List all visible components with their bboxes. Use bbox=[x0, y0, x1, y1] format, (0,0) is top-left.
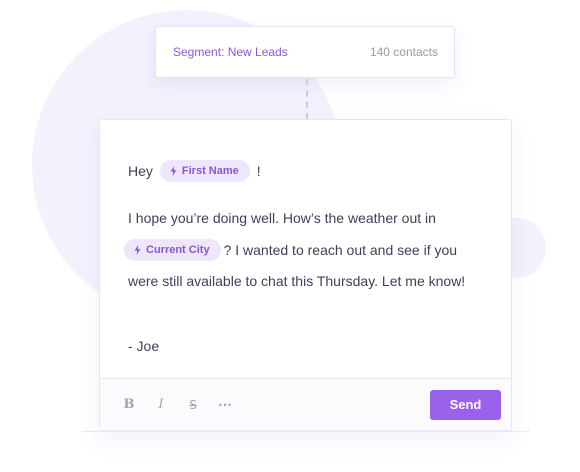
lightning-bolt-icon bbox=[170, 166, 177, 176]
body-line-2: Current City ? I wanted to reach out and… bbox=[124, 238, 491, 262]
segment-card[interactable]: Segment: New Leads 140 contacts bbox=[155, 26, 455, 78]
current-city-token[interactable]: Current City bbox=[124, 239, 221, 261]
bold-icon[interactable]: B bbox=[120, 396, 138, 414]
email-composer: Hey First Name ! I hope you’re doing wel… bbox=[99, 119, 512, 431]
dashed-connector bbox=[306, 79, 308, 119]
segment-label: Segment: New Leads bbox=[173, 45, 288, 59]
first-name-token-label: First Name bbox=[181, 165, 239, 177]
greeting-line: Hey First Name ! bbox=[128, 160, 491, 182]
signature-line: - Joe bbox=[128, 335, 491, 357]
body-line-1-text: I hope you’re doing well. How’s the weat… bbox=[128, 210, 436, 226]
send-button[interactable]: Send bbox=[430, 389, 501, 420]
body-line-3: were still available to chat this Thursd… bbox=[128, 270, 491, 292]
body-line-2-text: ? I wanted to reach out and see if you bbox=[223, 242, 458, 258]
segment-contact-count: 140 contacts bbox=[369, 45, 438, 59]
greeting-punctuation: ! bbox=[256, 163, 261, 179]
bottom-divider bbox=[82, 431, 530, 432]
current-city-token-label: Current City bbox=[146, 244, 210, 256]
greeting-text: Hey bbox=[128, 163, 153, 179]
italic-icon[interactable]: I bbox=[152, 396, 170, 414]
body-line-1: I hope you’re doing well. How’s the weat… bbox=[128, 207, 491, 229]
more-options-icon[interactable]: ··· bbox=[216, 396, 234, 414]
first-name-token[interactable]: First Name bbox=[159, 160, 250, 182]
email-body[interactable]: Hey First Name ! I hope you’re doing wel… bbox=[100, 120, 511, 378]
lightning-bolt-icon bbox=[134, 245, 141, 255]
signature-text: - Joe bbox=[128, 338, 160, 354]
strikethrough-icon[interactable]: S bbox=[184, 396, 202, 414]
body-line-3-text: were still available to chat this Thursd… bbox=[128, 273, 466, 289]
editor-toolbar: B I S ··· Send bbox=[100, 378, 511, 430]
